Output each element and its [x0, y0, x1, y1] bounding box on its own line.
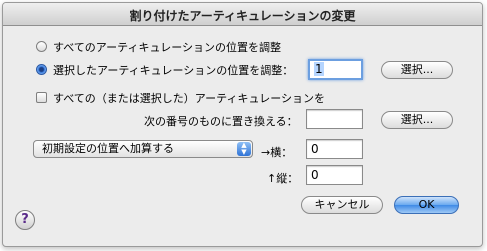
title-bar: 割り付けたアーティキュレーションの変更 [3, 3, 482, 26]
replace-with-label: 次の番号のものに置き換える： [144, 115, 298, 128]
articulation-change-dialog: 割り付けたアーティキュレーションの変更 すべてのアーティキュレーションの位置を調… [2, 2, 483, 247]
selected-articulation-number-field[interactable]: 1 [308, 59, 363, 80]
select-button-2[interactable]: 選択... [381, 111, 453, 129]
help-icon[interactable]: ? [15, 210, 35, 230]
dialog-title: 割り付けたアーティキュレーションの変更 [129, 9, 356, 23]
position-mode-popup[interactable]: 初期設定の位置へ加算する ▲ ▼ [33, 140, 253, 158]
replace-checkbox-label: すべての（または選択した）アーティキュレーションを [53, 92, 326, 105]
replace-number-field[interactable] [306, 109, 363, 129]
horizontal-label: →横： [261, 146, 293, 159]
ok-button[interactable]: OK [394, 196, 459, 214]
horizontal-offset-field[interactable]: 0 [306, 139, 363, 159]
selected-value: 1 [314, 62, 324, 76]
radio-all-label: すべてのアーティキュレーションの位置を調整 [53, 41, 282, 54]
radio-selected-articulations[interactable] [36, 64, 47, 75]
radio-selected-label: 選択したアーティキュレーションの位置を調整： [53, 64, 294, 77]
replace-articulations-checkbox[interactable] [36, 92, 47, 103]
select-button-1[interactable]: 選択... [381, 61, 453, 79]
up-down-arrows-icon: ▲ ▼ [237, 142, 251, 156]
position-mode-value: 初期設定の位置へ加算する [42, 142, 174, 155]
radio-all-articulations[interactable] [36, 41, 47, 52]
cancel-button[interactable]: キャンセル [301, 196, 383, 214]
vertical-offset-field[interactable]: 0 [306, 165, 363, 185]
vertical-label: ↑縦： [267, 172, 299, 185]
